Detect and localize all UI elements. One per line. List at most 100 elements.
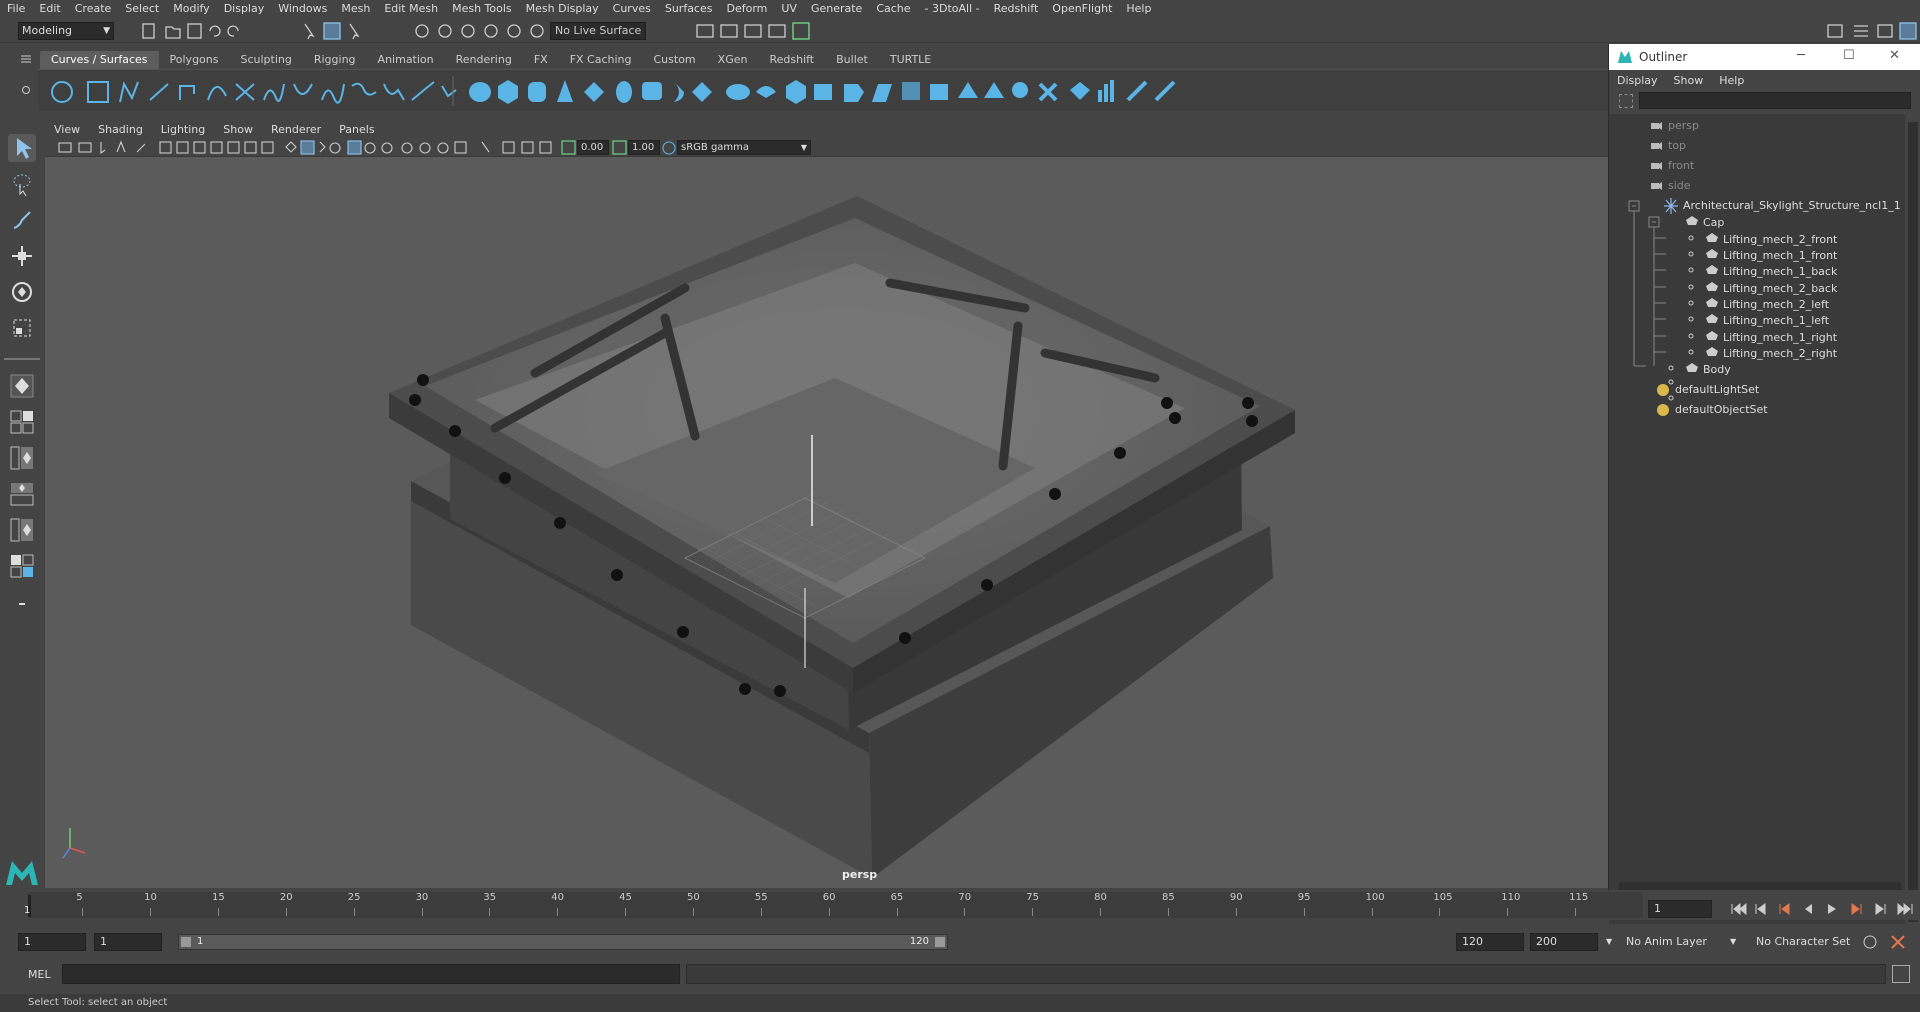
- outliner-menu-display[interactable]: Display: [1609, 72, 1666, 90]
- menu-help[interactable]: Help: [1119, 2, 1158, 15]
- menu-select[interactable]: Select: [118, 2, 166, 15]
- outliner-menu-help[interactable]: Help: [1711, 72, 1752, 90]
- outliner-item-skylight-group[interactable]: Architectural_Skylight_Structure_ncl1_1: [1683, 197, 1901, 215]
- minimize-icon[interactable]: ─: [1797, 48, 1805, 63]
- outliner-horizontal-scrollbar[interactable]: [1619, 882, 1901, 890]
- panel-menu-view[interactable]: View: [45, 123, 89, 136]
- custom-layout-icon[interactable]: [8, 552, 36, 580]
- menu-edit-mesh[interactable]: Edit Mesh: [377, 2, 445, 15]
- shelf-settings-icon[interactable]: [20, 84, 32, 96]
- safe-action-icon: [244, 141, 257, 154]
- gamma-field[interactable]: 1.00: [628, 140, 660, 155]
- outliner-menu-show[interactable]: Show: [1666, 72, 1712, 90]
- outliner-item-persp[interactable]: persp: [1668, 117, 1699, 135]
- character-set-select[interactable]: ▼ No Character Set: [1730, 933, 1870, 951]
- paint-select-tool-icon[interactable]: [8, 206, 36, 234]
- menu-mesh-tools[interactable]: Mesh Tools: [445, 2, 519, 15]
- close-icon[interactable]: ✕: [1889, 48, 1900, 63]
- filter-icon[interactable]: [1619, 94, 1633, 108]
- outliner-item-body[interactable]: Body: [1703, 361, 1731, 379]
- tab-polygons[interactable]: Polygons: [159, 51, 230, 69]
- menu-edit[interactable]: Edit: [32, 2, 67, 15]
- tab-rendering[interactable]: Rendering: [445, 51, 523, 69]
- menu-file[interactable]: File: [0, 2, 32, 15]
- move-tool-icon[interactable]: [8, 242, 36, 270]
- viewport-3d[interactable]: [45, 138, 1608, 888]
- outliner-search-input[interactable]: [1639, 92, 1911, 109]
- menu-display[interactable]: Display: [217, 2, 272, 15]
- menu-mesh[interactable]: Mesh: [334, 2, 377, 15]
- single-perspective-view-icon[interactable]: [8, 372, 36, 400]
- anim-layer-select[interactable]: ▼ No Anim Layer: [1606, 933, 1716, 951]
- lasso-tool-icon[interactable]: [8, 170, 36, 198]
- panel-menu-renderer[interactable]: Renderer: [262, 123, 330, 136]
- tab-animation[interactable]: Animation: [367, 51, 445, 69]
- menu-3dtoall[interactable]: - 3DtoAll -: [918, 2, 987, 15]
- tab-turtle[interactable]: TURTLE: [879, 51, 942, 69]
- panel-menu-shading[interactable]: Shading: [89, 123, 152, 136]
- range-handle-start[interactable]: [181, 937, 191, 947]
- outliner-vertical-scrollbar[interactable]: [1908, 122, 1918, 922]
- toolbox-expand-icon[interactable]: [8, 590, 36, 618]
- tab-fx-caching[interactable]: FX Caching: [559, 51, 643, 69]
- panel-menu-show[interactable]: Show: [214, 123, 262, 136]
- menu-create[interactable]: Create: [68, 2, 119, 15]
- outliner-item-front[interactable]: front: [1668, 157, 1694, 175]
- outliner-item-default-object-set[interactable]: defaultObjectSet: [1675, 401, 1768, 419]
- time-slider-track[interactable]: [28, 892, 1643, 918]
- menu-windows[interactable]: Windows: [271, 2, 334, 15]
- select-tool-icon[interactable]: [8, 134, 36, 162]
- menu-openflight[interactable]: OpenFlight: [1045, 2, 1119, 15]
- four-view-icon[interactable]: [8, 408, 36, 436]
- command-input[interactable]: [62, 964, 680, 984]
- step-forward-frame-icon: [1875, 903, 1886, 915]
- animation-start-field[interactable]: 1: [18, 933, 86, 951]
- menu-redshift[interactable]: Redshift: [987, 2, 1046, 15]
- animation-end-field[interactable]: 200: [1530, 933, 1598, 951]
- menu-mesh-display[interactable]: Mesh Display: [519, 2, 606, 15]
- tab-bullet[interactable]: Bullet: [825, 51, 879, 69]
- range-handle-end[interactable]: [935, 937, 945, 947]
- playback-end-field[interactable]: 120: [1456, 933, 1524, 951]
- persp-outliner-layout-icon[interactable]: [8, 444, 36, 472]
- outliner-item-default-light-set[interactable]: defaultLightSet: [1675, 381, 1759, 399]
- script-editor-icon[interactable]: [1892, 965, 1910, 983]
- color-space-select[interactable]: sRGB gamma ▼: [677, 140, 811, 155]
- tab-rigging[interactable]: Rigging: [303, 51, 367, 69]
- playback-start-field[interactable]: 1: [94, 933, 162, 951]
- menu-modify[interactable]: Modify: [166, 2, 216, 15]
- outliner-item-cap[interactable]: Cap: [1703, 214, 1724, 232]
- shelf-menu-icon[interactable]: [20, 53, 32, 65]
- menu-surfaces[interactable]: Surfaces: [658, 2, 720, 15]
- tab-fx[interactable]: FX: [523, 51, 559, 69]
- panel-menu-panels[interactable]: Panels: [330, 123, 383, 136]
- range-slider-track[interactable]: 1 120: [178, 934, 948, 950]
- outliner-item-side[interactable]: side: [1668, 177, 1691, 195]
- rotate-tool-icon[interactable]: [8, 278, 36, 306]
- outliner-item-top[interactable]: top: [1668, 137, 1686, 155]
- menu-curves[interactable]: Curves: [606, 2, 658, 15]
- mode-selector[interactable]: Modeling ▼: [18, 22, 114, 40]
- persp-graph-layout-icon[interactable]: [8, 480, 36, 508]
- tab-sculpting[interactable]: Sculpting: [229, 51, 302, 69]
- tab-xgen[interactable]: XGen: [707, 51, 759, 69]
- menu-cache[interactable]: Cache: [869, 2, 917, 15]
- tab-custom[interactable]: Custom: [643, 51, 707, 69]
- exposure-field[interactable]: 0.00: [577, 140, 609, 155]
- menu-deform[interactable]: Deform: [719, 2, 774, 15]
- outliner-item-lifting-mech-2-right[interactable]: Lifting_mech_2_right: [1723, 345, 1837, 363]
- maximize-icon[interactable]: ☐: [1843, 48, 1855, 63]
- command-language-label[interactable]: MEL: [28, 968, 51, 981]
- panel-menu-lighting[interactable]: Lighting: [152, 123, 214, 136]
- tab-curves-surfaces[interactable]: Curves / Surfaces: [40, 51, 159, 69]
- current-frame-field[interactable]: 1: [1648, 900, 1712, 918]
- hypershade-layout-icon[interactable]: [8, 516, 36, 544]
- menu-generate[interactable]: Generate: [804, 2, 869, 15]
- scale-tool-icon[interactable]: [8, 314, 36, 342]
- menu-uv[interactable]: UV: [774, 2, 804, 15]
- outliner-item-lifting-mech-1-back[interactable]: Lifting_mech_1_back: [1723, 263, 1837, 281]
- time-tick: [489, 908, 491, 916]
- live-surface-field[interactable]: No Live Surface: [550, 22, 646, 40]
- tab-redshift[interactable]: Redshift: [758, 51, 825, 69]
- outliner-item-lifting-mech-1-left[interactable]: Lifting_mech_1_left: [1723, 312, 1829, 330]
